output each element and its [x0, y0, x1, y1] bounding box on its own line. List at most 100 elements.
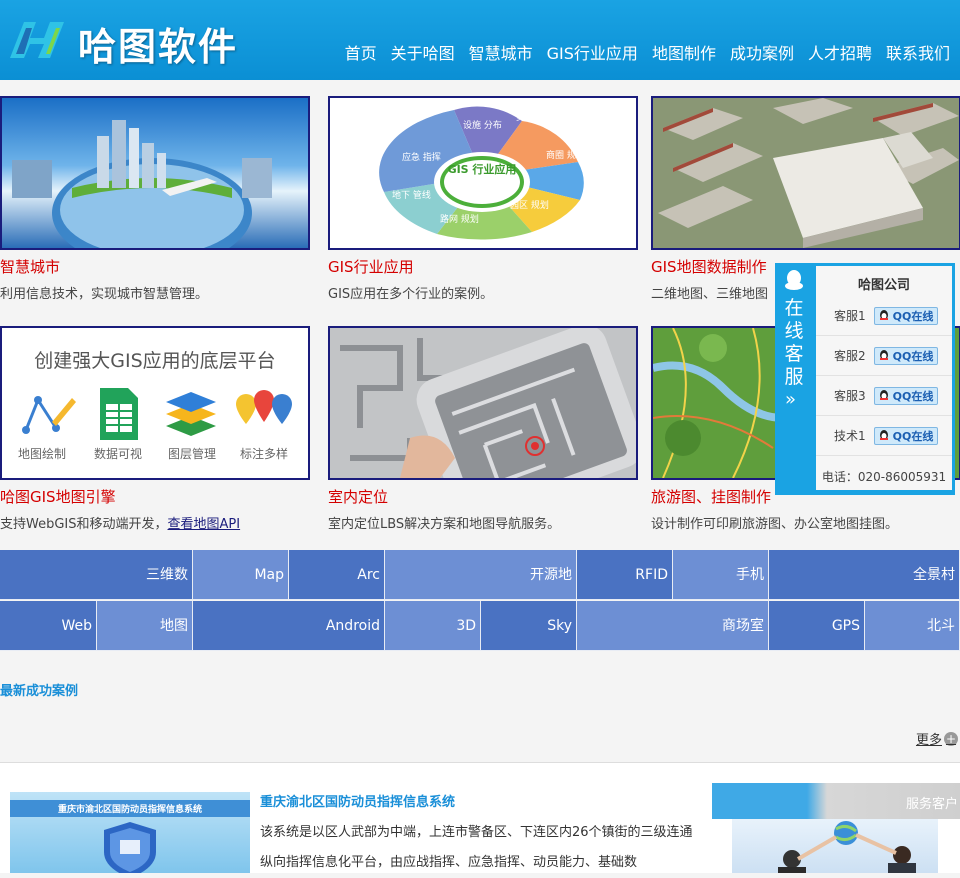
qq-penguin-icon	[879, 429, 888, 440]
qq-online-button[interactable]: QQ在线	[873, 306, 939, 325]
maze-phone-illustration	[330, 328, 636, 478]
tag-item[interactable]: 北斗	[865, 601, 960, 651]
3d-city-illustration	[653, 98, 959, 248]
qq-online-button[interactable]: QQ在线	[873, 346, 939, 365]
card-gis-industry: GIS 行业应用 设施 分布 资源 规划 商圈 规划 园区 规划 路网 规划 地…	[328, 96, 638, 302]
tab-char: 在	[784, 297, 804, 319]
haitu-logo-icon[interactable]	[6, 14, 70, 66]
card-title[interactable]: 哈图GIS地图引擎	[0, 486, 310, 507]
card-desc: 利用信息技术，实现城市智慧管理。	[0, 287, 209, 302]
qq-label: QQ在线	[892, 429, 934, 443]
phone-number: 电话：020-86005931	[821, 470, 947, 484]
card-desc-text: 支持WebGIS和移动端开发，	[0, 517, 168, 532]
smart-city-image[interactable]	[0, 96, 310, 250]
tag-item[interactable]: Web	[0, 601, 97, 651]
qq-penguin-icon	[879, 349, 888, 360]
nav-map-making[interactable]: 地图制作	[652, 40, 716, 64]
layers-icon	[166, 392, 216, 436]
online-service-tab[interactable]: 在 线 客 服 »	[775, 263, 813, 495]
wheel-seg-3: 园区 规划	[510, 199, 549, 211]
wheel-seg-5: 地下 管线	[392, 189, 431, 201]
company-name: 哈图公司	[857, 278, 910, 293]
nav-contact[interactable]: 联系我们	[886, 40, 950, 64]
card-desc: 设计制作可印刷旅游图、办公室地图挂图。	[651, 517, 899, 532]
shield-icon	[104, 822, 156, 873]
tag-item[interactable]: Sky	[481, 601, 577, 651]
double-arrow-icon[interactable]: »	[785, 389, 796, 410]
qq-penguin-icon	[785, 270, 803, 290]
globe-city-illustration	[12, 120, 272, 248]
tag-item[interactable]: 3D	[385, 601, 481, 651]
card-title[interactable]: 室内定位	[328, 486, 638, 507]
qq-penguin-icon	[879, 309, 888, 320]
online-service-body: 哈图公司 客服1 QQ在线 客服2 QQ在线 客服3 QQ在线 技术1 QQ在线…	[813, 263, 955, 495]
tag-item[interactable]: Android	[193, 601, 385, 651]
map-engine-image[interactable]: 创建强大GIS应用的底层平台 地图绘制 数据可视 图层管理 标注多样	[0, 326, 310, 480]
indoor-maze-image[interactable]	[328, 326, 638, 480]
site-header: 哈图软件 首页 关于哈图 智慧城市 GIS行业应用 地图制作 成功案例 人才招聘…	[0, 0, 960, 80]
qq-online-button[interactable]: QQ在线	[873, 426, 939, 445]
main-nav: 首页 关于哈图 智慧城市 GIS行业应用 地图制作 成功案例 人才招聘 联系我们	[345, 40, 950, 64]
pen-path-icon	[22, 396, 76, 434]
qq-label: QQ在线	[892, 309, 934, 323]
wheel-seg-4: 路网 规划	[440, 213, 479, 225]
nav-smart-city[interactable]: 智慧城市	[469, 40, 533, 64]
service-clients-box: 服务客户	[712, 783, 960, 873]
tag-item[interactable]: 开源地	[385, 550, 577, 600]
engine-item-visual: 数据可视	[94, 447, 143, 461]
tag-grid: 三维数 Map Arc 开源地 RFID 手机 全景村 Web 地图 Andro…	[0, 550, 960, 652]
card-desc: 支持WebGIS和移动端开发，查看地图API	[0, 513, 310, 532]
staff-row: 客服1 QQ在线	[816, 296, 952, 336]
qq-online-button[interactable]: QQ在线	[873, 386, 939, 405]
tag-item[interactable]: 商场室	[577, 601, 769, 651]
online-service-panel: 在 线 客 服 » 哈图公司 客服1 QQ在线 客服2 QQ在线 客服3 QQ在…	[775, 263, 955, 495]
nav-home[interactable]: 首页	[345, 40, 377, 64]
card-indoor-positioning: 室内定位 室内定位LBS解决方案和地图导航服务。	[328, 326, 638, 532]
engine-banner-heading: 创建强大GIS应用的底层平台	[34, 350, 276, 372]
staff-row: 客服2 QQ在线	[816, 336, 952, 376]
section-title-cases: 最新成功案例	[0, 684, 79, 699]
plus-icon[interactable]: +	[944, 731, 958, 746]
more-label[interactable]: 更多	[916, 729, 942, 748]
qq-label: QQ在线	[892, 389, 934, 403]
engine-item-draw: 地图绘制	[18, 447, 67, 461]
case-banner-text: 重庆市渝北区国防动员指挥信息系统	[10, 800, 250, 817]
tag-item[interactable]: 地图	[97, 601, 193, 651]
service-clients-title: 服务客户	[905, 797, 958, 812]
wheel-center-label: GIS 行业应用	[448, 162, 517, 176]
map-pins-icon	[236, 390, 292, 424]
3d-city-image[interactable]	[651, 96, 960, 250]
wheel-seg-6: 应急 指挥	[402, 151, 441, 163]
tag-item[interactable]: RFID	[577, 550, 673, 600]
brand-name[interactable]: 哈图软件	[78, 16, 238, 71]
staff-name: 客服1	[834, 309, 866, 323]
case-title[interactable]: 重庆渝北区国防动员指挥信息系统	[260, 791, 455, 810]
business-team-image	[732, 819, 938, 873]
card-title[interactable]: 智慧城市	[0, 256, 310, 277]
staff-name: 客服2	[834, 349, 866, 363]
wheel-seg-1: 资源 规划	[516, 111, 555, 123]
staff-row: 客服3 QQ在线	[816, 376, 952, 416]
service-clients-header: 服务客户	[712, 783, 960, 819]
card-title[interactable]: GIS行业应用	[328, 256, 638, 277]
nav-cases[interactable]: 成功案例	[730, 40, 794, 64]
case-thumbnail[interactable]: 重庆市渝北区国防动员指挥信息系统	[10, 792, 250, 873]
card-desc: GIS应用在多个行业的案例。	[328, 287, 494, 302]
gis-wheel-image[interactable]: GIS 行业应用 设施 分布 资源 规划 商圈 规划 园区 规划 路网 规划 地…	[328, 96, 638, 250]
map-api-link[interactable]: 查看地图API	[168, 517, 241, 532]
tag-item[interactable]: Map	[193, 550, 289, 600]
tag-item[interactable]: GPS	[769, 601, 865, 651]
nav-gis[interactable]: GIS行业应用	[547, 40, 638, 64]
card-desc: 室内定位LBS解决方案和地图导航服务。	[328, 517, 561, 532]
tab-char: 客	[784, 343, 804, 365]
nav-jobs[interactable]: 人才招聘	[808, 40, 872, 64]
tag-item[interactable]: Arc	[289, 550, 385, 600]
qq-penguin-icon	[879, 389, 888, 400]
staff-name: 客服3	[834, 389, 866, 403]
card-smart-city: 智慧城市 利用信息技术，实现城市智慧管理。	[0, 96, 310, 302]
tag-item[interactable]: 三维数	[0, 550, 193, 600]
more-link[interactable]: 更多 +	[916, 729, 958, 748]
tag-item[interactable]: 全景村	[769, 550, 960, 600]
tag-item[interactable]: 手机	[673, 550, 769, 600]
nav-about[interactable]: 关于哈图	[391, 40, 455, 64]
